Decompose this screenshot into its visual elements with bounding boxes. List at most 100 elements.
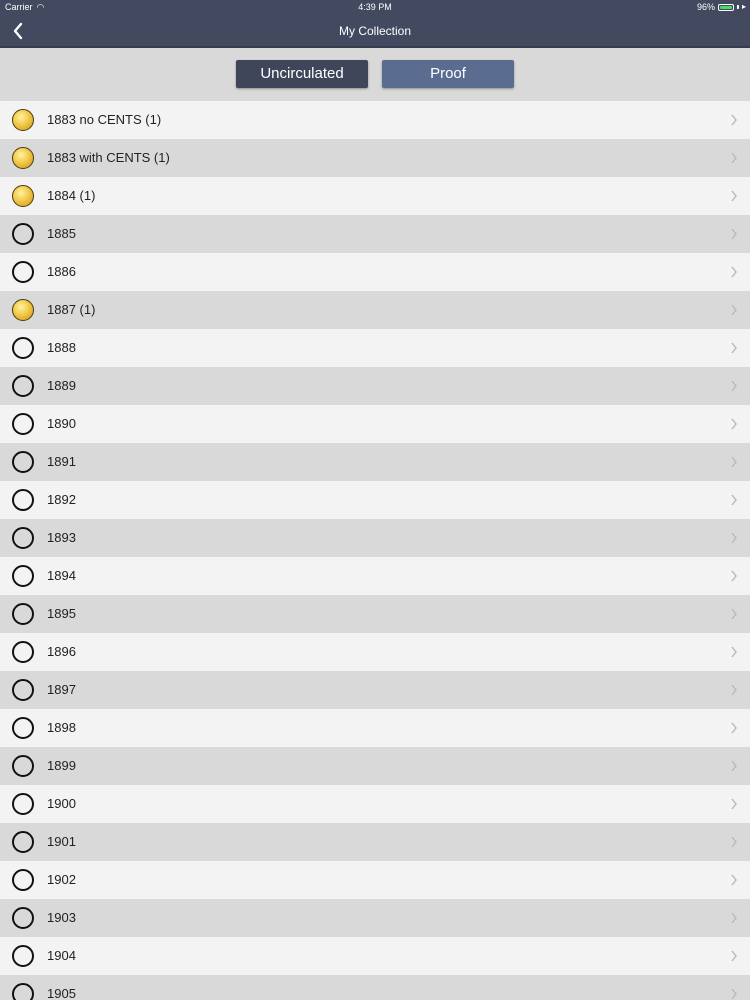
coin-empty-icon: [12, 831, 34, 853]
coin-empty-icon: [12, 793, 34, 815]
list-item-label: 1893: [47, 530, 76, 545]
list-item-label: 1902: [47, 872, 76, 887]
list-item-label: 1900: [47, 796, 76, 811]
list-item[interactable]: 1890: [0, 405, 750, 443]
list-item[interactable]: 1896: [0, 633, 750, 671]
battery-tip: [736, 5, 739, 9]
battery-level-fill: [719, 5, 732, 9]
list-item-label: 1884 (1): [47, 188, 96, 203]
list-item[interactable]: 1902: [0, 861, 750, 899]
segmented-control: Uncirculated Proof: [0, 48, 750, 101]
list-item-label: 1886: [47, 264, 76, 279]
chevron-right-icon: [731, 836, 737, 848]
list-item[interactable]: 1888: [0, 329, 750, 367]
chevron-right-icon: [731, 912, 737, 924]
list-item-label: 1885: [47, 226, 76, 241]
list-item[interactable]: 1895: [0, 595, 750, 633]
list-item[interactable]: 1900: [0, 785, 750, 823]
list-item-label: 1890: [47, 416, 76, 431]
list-item-label: 1883 no CENTS (1): [47, 112, 162, 127]
list-item-label: 1896: [47, 644, 76, 659]
list-item-label: 1904: [47, 948, 76, 963]
chevron-right-icon: [731, 418, 737, 430]
coin-empty-icon: [12, 527, 34, 549]
coin-empty-icon: [12, 603, 34, 625]
coin-owned-icon: [12, 147, 34, 169]
coin-owned-icon: [12, 109, 34, 131]
coin-owned-icon: [12, 185, 34, 207]
coin-empty-icon: [12, 869, 34, 891]
list-item[interactable]: 1894: [0, 557, 750, 595]
list-item[interactable]: 1885: [0, 215, 750, 253]
coin-empty-icon: [12, 489, 34, 511]
coin-empty-icon: [12, 451, 34, 473]
charging-icon: ▸: [741, 2, 746, 11]
list-item-label: 1895: [47, 606, 76, 621]
chevron-right-icon: [731, 532, 737, 544]
list-item-label: 1888: [47, 340, 76, 355]
chevron-right-icon: [731, 304, 737, 316]
list-item[interactable]: 1899: [0, 747, 750, 785]
chevron-right-icon: [731, 494, 737, 506]
chevron-right-icon: [731, 456, 737, 468]
coin-empty-icon: [12, 337, 34, 359]
list-item[interactable]: 1897: [0, 671, 750, 709]
coin-empty-icon: [12, 565, 34, 587]
coin-empty-icon: [12, 755, 34, 777]
chevron-right-icon: [731, 266, 737, 278]
chevron-right-icon: [731, 114, 737, 126]
list-item-label: 1898: [47, 720, 76, 735]
status-bar: Carrier ◠ 4:39 PM 96% ▸: [0, 0, 750, 14]
list-item[interactable]: 1892: [0, 481, 750, 519]
coin-empty-icon: [12, 679, 34, 701]
list-item[interactable]: 1901: [0, 823, 750, 861]
list-item[interactable]: 1886: [0, 253, 750, 291]
chevron-right-icon: [731, 950, 737, 962]
chevron-right-icon: [731, 380, 737, 392]
chevron-right-icon: [731, 760, 737, 772]
tab-uncirculated[interactable]: Uncirculated: [236, 60, 368, 88]
list-item-label: 1889: [47, 378, 76, 393]
status-time: 4:39 PM: [358, 2, 392, 12]
coin-owned-icon: [12, 299, 34, 321]
list-item[interactable]: 1893: [0, 519, 750, 557]
list-item-label: 1894: [47, 568, 76, 583]
coin-empty-icon: [12, 223, 34, 245]
list-item[interactable]: 1905: [0, 975, 750, 1000]
chevron-right-icon: [731, 608, 737, 620]
chevron-right-icon: [731, 684, 737, 696]
coin-empty-icon: [12, 907, 34, 929]
chevron-right-icon: [731, 988, 737, 1000]
coin-empty-icon: [12, 983, 34, 1000]
list-item[interactable]: 1883 with CENTS (1): [0, 139, 750, 177]
coin-empty-icon: [12, 641, 34, 663]
list-item-label: 1892: [47, 492, 76, 507]
tab-proof[interactable]: Proof: [382, 60, 514, 88]
coin-empty-icon: [12, 413, 34, 435]
coin-empty-icon: [12, 717, 34, 739]
list-item[interactable]: 1884 (1): [0, 177, 750, 215]
battery-icon: [717, 3, 734, 11]
list-item-label: 1899: [47, 758, 76, 773]
list-item[interactable]: 1891: [0, 443, 750, 481]
list-item-label: 1905: [47, 986, 76, 1000]
list-item[interactable]: 1904: [0, 937, 750, 975]
battery-status: 96% ▸: [697, 2, 746, 12]
list-item[interactable]: 1889: [0, 367, 750, 405]
list-item-label: 1891: [47, 454, 76, 469]
list-item-label: 1887 (1): [47, 302, 96, 317]
chevron-right-icon: [731, 722, 737, 734]
chevron-right-icon: [731, 152, 737, 164]
list-item[interactable]: 1898: [0, 709, 750, 747]
battery-percent: 96%: [696, 2, 715, 12]
chevron-right-icon: [731, 342, 737, 354]
chevron-right-icon: [731, 646, 737, 658]
list-item[interactable]: 1883 no CENTS (1): [0, 101, 750, 139]
coin-list: 1883 no CENTS (1) 1883 with CENTS (1) 1884…: [0, 101, 750, 1000]
chevron-right-icon: [731, 190, 737, 202]
coin-empty-icon: [12, 945, 34, 967]
navigation-bar: My Collection: [0, 14, 750, 48]
list-item[interactable]: 1887 (1): [0, 291, 750, 329]
list-item[interactable]: 1903: [0, 899, 750, 937]
page-title: My Collection: [338, 24, 412, 38]
